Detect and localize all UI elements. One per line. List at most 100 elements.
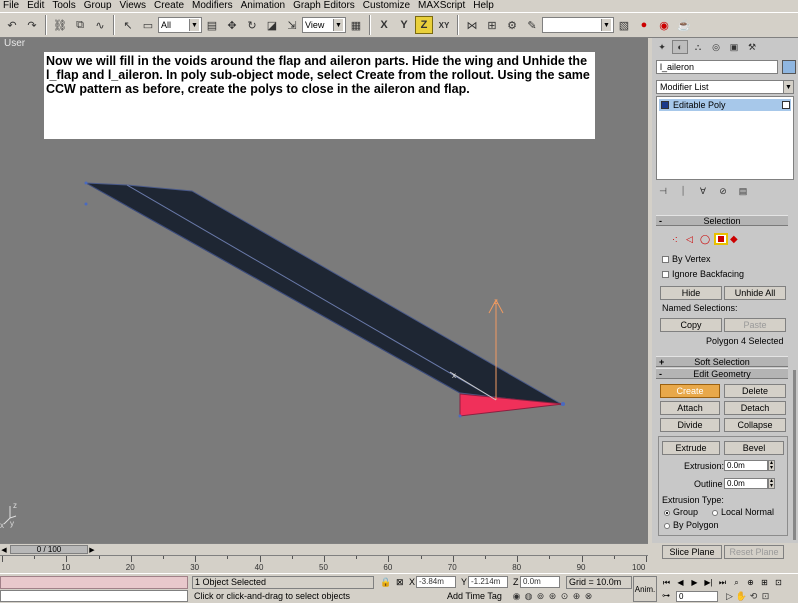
key-mode-toggle-icon[interactable]: ⊶ xyxy=(662,591,670,600)
menu-create[interactable]: Create xyxy=(150,0,188,12)
select-link-icon[interactable]: ⛓ xyxy=(51,16,69,34)
menu-maxscript[interactable]: MAXScript xyxy=(414,0,469,12)
previous-frame-icon[interactable]: ◀ xyxy=(674,577,687,588)
unhide-all-button[interactable]: Unhide All xyxy=(724,286,786,300)
arc-rotate-icon[interactable]: ⟲ xyxy=(748,591,759,602)
next-frame-icon[interactable]: ▶| xyxy=(702,577,715,588)
track-bar[interactable]: 10 20 30 40 50 60 70 80 90 100 xyxy=(0,555,648,573)
menu-views[interactable]: Views xyxy=(116,0,151,12)
pivot-center-icon[interactable]: ▦ xyxy=(347,16,365,34)
stack-item-editable-poly[interactable]: Editable Poly xyxy=(659,99,791,111)
selection-rollout-header[interactable]: - Selection xyxy=(656,215,788,226)
slice-plane-button[interactable]: Slice Plane xyxy=(662,545,722,559)
edge-mode-icon[interactable]: ◁ xyxy=(686,234,700,245)
select-object-icon[interactable]: ↖ xyxy=(119,16,137,34)
add-time-tag[interactable]: Add Time Tag xyxy=(447,591,509,602)
vertex-mode-icon[interactable]: ·: xyxy=(672,234,686,244)
bevel-button[interactable]: Bevel xyxy=(724,441,784,455)
pin-stack-icon[interactable]: ⊣ xyxy=(656,185,670,197)
edit-geometry-rollout-header[interactable]: - Edit Geometry xyxy=(656,368,788,379)
modify-tab-icon[interactable]: ◐ xyxy=(672,40,688,54)
by-polygon-radio[interactable]: By Polygon xyxy=(664,520,719,530)
axis-z-icon[interactable]: Z xyxy=(415,16,433,34)
lock-selection-icon[interactable]: 🔒 xyxy=(380,577,391,588)
outline-spinner[interactable]: 0.0m xyxy=(724,478,768,489)
copy-button[interactable]: Copy xyxy=(660,318,722,332)
viewport-user[interactable]: z x z x y User Now we will fill in the v… xyxy=(0,38,648,543)
snap-icon[interactable]: ⚙ xyxy=(503,16,521,34)
element-mode-icon[interactable]: ◆ xyxy=(730,234,744,245)
menu-animation[interactable]: Animation xyxy=(237,0,289,12)
zoom-extents-icon[interactable]: ⊞ xyxy=(758,577,771,588)
border-mode-icon[interactable]: ◯ xyxy=(700,234,714,245)
time-slider[interactable]: ◀ 0 / 100 ▶ xyxy=(0,543,648,555)
current-frame-field[interactable]: 0 xyxy=(676,591,718,602)
vertex-marker[interactable] xyxy=(458,414,462,418)
absolute-mode-icon[interactable]: ⊠ xyxy=(396,577,404,588)
maxscript-listener-mini[interactable] xyxy=(0,576,188,589)
utilities-tab-icon[interactable]: ⚒ xyxy=(744,40,760,54)
y-coord-field[interactable]: -1.214m xyxy=(468,576,508,588)
key-auto-icon[interactable]: ⊙ xyxy=(559,591,570,602)
time-slider-next-icon[interactable]: ▶ xyxy=(88,545,96,554)
animate-button[interactable]: Anim. xyxy=(633,576,657,602)
spinner-arrows-icon[interactable]: ▴ ▾ xyxy=(768,478,775,489)
time-slider-thumb[interactable]: 0 / 100 xyxy=(10,545,88,554)
polygon-mode-icon[interactable] xyxy=(714,233,728,245)
zoom-extents-all-icon[interactable]: ⊡ xyxy=(772,577,785,588)
spinner-arrows-icon[interactable]: ▴ ▾ xyxy=(768,460,775,471)
menu-group[interactable]: Group xyxy=(80,0,116,12)
render-scene-icon[interactable]: ◉ xyxy=(655,16,673,34)
by-vertex-checkbox[interactable]: By Vertex xyxy=(662,254,711,264)
named-selection-dropdown[interactable]: ▼ xyxy=(542,17,614,33)
material-editor-icon[interactable]: ● xyxy=(635,16,653,34)
attach-button[interactable]: Attach xyxy=(660,401,720,415)
divide-button[interactable]: Divide xyxy=(660,418,720,432)
min-max-toggle-icon[interactable]: ⊡ xyxy=(760,591,771,602)
make-unique-icon[interactable]: ∀ xyxy=(696,185,710,197)
key-tangent-icon[interactable]: ⊛ xyxy=(547,591,558,602)
hide-button[interactable]: Hide xyxy=(660,286,722,300)
paste-button[interactable]: Paste xyxy=(724,318,786,332)
align-icon[interactable]: ⊞ xyxy=(483,16,501,34)
extrude-button[interactable]: Extrude xyxy=(662,441,720,455)
pan-hand-icon[interactable]: ✋ xyxy=(736,591,747,602)
create-tab-icon[interactable]: ✦ xyxy=(654,40,670,54)
remove-modifier-icon[interactable]: ⊘ xyxy=(716,185,730,197)
key-mode-icon[interactable]: ◉ xyxy=(511,591,522,602)
hierarchy-tab-icon[interactable]: ⛬ xyxy=(690,40,706,54)
menu-customize[interactable]: Customize xyxy=(359,0,414,12)
track-view-icon[interactable]: ▧ xyxy=(615,16,633,34)
bind-space-warp-icon[interactable]: ∿ xyxy=(91,16,109,34)
select-by-name-icon[interactable]: ▤ xyxy=(203,16,221,34)
maxscript-listener-output[interactable] xyxy=(0,590,188,602)
wing-mesh[interactable] xyxy=(85,182,564,406)
reset-plane-button[interactable]: Reset Plane xyxy=(724,545,784,559)
vertex-marker[interactable] xyxy=(84,181,88,185)
zoom-icon[interactable]: ⌕ xyxy=(730,577,743,588)
panel-scrollbar[interactable] xyxy=(793,370,796,540)
redo-icon[interactable]: ↷ xyxy=(23,16,41,34)
reference-coordinate-dropdown[interactable]: View ▼ xyxy=(302,17,346,33)
object-color-swatch[interactable] xyxy=(782,60,796,74)
menu-modifiers[interactable]: Modifiers xyxy=(188,0,237,12)
key-selected-icon[interactable]: ⊕ xyxy=(571,591,582,602)
collapse-button[interactable]: Collapse xyxy=(724,418,786,432)
menu-tools[interactable]: Tools xyxy=(48,0,79,12)
modifier-list-dropdown[interactable]: Modifier List ▼ xyxy=(656,80,794,94)
key-filter-icon[interactable]: ⊚ xyxy=(535,591,546,602)
delete-button[interactable]: Delete xyxy=(724,384,786,398)
select-rotate-icon[interactable]: ↻ xyxy=(243,16,261,34)
x-coord-field[interactable]: -3.84m xyxy=(416,576,456,588)
select-squash-icon[interactable]: ⇲ xyxy=(283,16,301,34)
zoom-all-icon[interactable]: ⊕ xyxy=(744,577,757,588)
go-to-start-icon[interactable]: ⏮ xyxy=(660,577,673,588)
soft-selection-rollout-header[interactable]: + Soft Selection xyxy=(656,356,788,367)
local-normal-radio[interactable]: Local Normal xyxy=(712,507,774,517)
field-of-view-icon[interactable]: ▷ xyxy=(724,591,735,602)
create-button[interactable]: Create xyxy=(660,384,720,398)
extrusion-spinner[interactable]: 0.0m xyxy=(724,460,768,471)
key-set-icon[interactable]: ⊗ xyxy=(583,591,594,602)
vertex-marker[interactable] xyxy=(84,202,88,206)
select-scale-icon[interactable]: ◪ xyxy=(263,16,281,34)
